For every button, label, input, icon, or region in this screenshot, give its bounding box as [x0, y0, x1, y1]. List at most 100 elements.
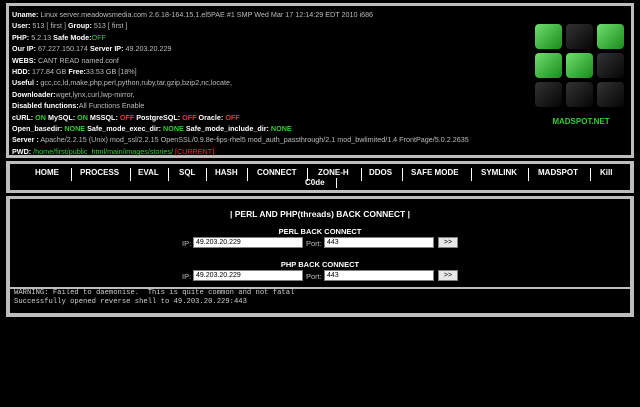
nav-ddos[interactable]: DDOS [369, 168, 392, 177]
perl-back-connect-title: PERL BACK CONNECT [278, 227, 362, 236]
nav-connect[interactable]: CONNECT [257, 168, 297, 177]
curl-value: ON [35, 112, 46, 122]
server-label: Server : [12, 135, 39, 145]
logo-tile [566, 24, 593, 49]
madspot-logo [535, 24, 627, 110]
user-label: User: [12, 21, 31, 31]
php-back-connect-title: PHP BACK CONNECT [280, 260, 360, 269]
mssql-value: OFF [119, 112, 135, 122]
safe-mode-exec-value: NONE [163, 124, 184, 134]
safe-mode-include-value: NONE [270, 124, 292, 134]
safe-mode-value: OFF [91, 32, 106, 42]
php-connect-button[interactable]: >> [438, 270, 458, 281]
disabled-value: All Functions Enable [78, 101, 145, 111]
nav-eval[interactable]: EVAL [138, 168, 159, 177]
uname-value: Linux server.meadowsmedia.com 2.6.18-164… [40, 10, 374, 19]
php-ip-input[interactable]: 49.203.20.229 [193, 270, 303, 281]
postgresql-label: PostgreSQL: [136, 112, 181, 122]
back-connect-title: | PERL AND PHP(threads) BACK CONNECT | [230, 209, 410, 219]
logo-tile [566, 53, 593, 78]
nav-zone-h[interactable]: ZONE-H [318, 168, 349, 177]
downloader-value: wget,lynx,curl,lwp-mirror, [55, 89, 135, 99]
free-value: 33.53 GB [18%] [85, 67, 137, 77]
pwd-path-link[interactable]: /home/first/public_html/main/images/stor… [33, 147, 173, 156]
nav-separator [361, 168, 362, 181]
nav-separator [168, 168, 169, 181]
output-line: WARNING: Failed to daemonise. This is qu… [14, 289, 295, 297]
nav-c0de[interactable]: C0de [305, 178, 325, 187]
logo-tile [597, 82, 624, 107]
server-ip-value: 49.203.20.229 [125, 44, 172, 54]
back-connect-panel: | PERL AND PHP(threads) BACK CONNECT | P… [6, 196, 634, 317]
server-info: Uname: Linux server.meadowsmedia.com 2.6… [12, 9, 469, 157]
perl-port-label: Port: [306, 239, 322, 248]
oracle-value: OFF [225, 112, 240, 122]
uname-label: Uname: [12, 10, 39, 19]
nav-home[interactable]: HOME [35, 168, 59, 177]
logo-tile [566, 82, 593, 107]
output-console: WARNING: Failed to daemonise. This is qu… [10, 289, 630, 313]
perl-port-input[interactable]: 443 [324, 237, 434, 248]
pwd-label: PWD: [12, 146, 32, 156]
hdd-label: HDD: [12, 67, 30, 77]
curl-label: cURL: [12, 112, 34, 122]
nav-separator [402, 168, 403, 181]
server-value: Apache/2.2.15 (Unix) mod_ssl/2.2.15 Open… [40, 135, 469, 145]
php-ip-label: IP: [182, 272, 192, 281]
logo-tile [535, 24, 562, 49]
nav-separator [336, 178, 337, 188]
server-info-panel: Uname: Linux server.meadowsmedia.com 2.6… [6, 3, 634, 158]
logo-tile [597, 24, 624, 49]
nav-separator [590, 168, 591, 181]
logo-tile [535, 53, 562, 78]
useful-label: Useful : [12, 78, 39, 88]
postgresql-value: OFF [182, 112, 197, 122]
php-port-label: Port: [306, 272, 322, 281]
nav-hash[interactable]: HASH [215, 168, 238, 177]
nav-kill[interactable]: Kill [600, 168, 612, 177]
our-ip-value: 67.227.150.174 [37, 44, 88, 54]
perl-ip-label: IP: [182, 239, 192, 248]
nav-safe-mode[interactable]: SAFE MODE [411, 168, 459, 177]
useful-value: gcc,cc,ld,make,php,perl,python,ruby,tar,… [40, 78, 232, 88]
nav-separator [247, 168, 248, 181]
nav-separator [528, 168, 529, 181]
php-label: PHP: [12, 32, 30, 42]
nav-bar: HOME PROCESS EVAL SQL HASH CONNECT ZONE-… [6, 161, 634, 193]
our-ip-label: Our IP: [12, 44, 36, 54]
nav-separator [206, 168, 207, 181]
hdd-value: 177.84 GB [31, 67, 67, 77]
logo-text: MADSPOT.NET [552, 117, 610, 126]
perl-ip-input[interactable]: 49.203.20.229 [193, 237, 303, 248]
webs-value: CANT READ named.conf [37, 55, 119, 65]
mssql-label: MSSQL: [89, 112, 118, 122]
php-value: 5.2.13 [31, 32, 52, 42]
downloader-label: Downloader: [12, 89, 56, 99]
group-value: 513 [ first ] [93, 21, 128, 31]
oracle-label: Oracle: [198, 112, 224, 122]
mysql-value: ON [77, 112, 88, 122]
group-label: Group: [67, 21, 92, 31]
logo-tile [597, 53, 624, 78]
nav-sql[interactable]: SQL [179, 168, 195, 177]
server-ip-label: Server IP: [89, 44, 124, 54]
open-basedir-value: NONE [64, 124, 86, 134]
nav-symlink[interactable]: SYMLINK [481, 168, 517, 177]
nav-process[interactable]: PROCESS [80, 168, 119, 177]
perl-connect-button[interactable]: >> [438, 237, 458, 248]
open-basedir-label: Open_basedir: [12, 124, 63, 134]
nav-separator [71, 168, 72, 181]
nav-madspot[interactable]: MADSPOT [538, 168, 578, 177]
disabled-label: Disabled functions: [12, 101, 79, 111]
safe-mode-include-label: Safe_mode_include_dir: [185, 124, 269, 134]
user-value: 513 [ first ] [32, 21, 66, 31]
free-label: Free: [68, 67, 86, 77]
nav-separator [471, 168, 472, 181]
pwd-current: [CURRENT] [174, 146, 215, 156]
mysql-label: MySQL: [47, 112, 76, 122]
safe-mode-label: Safe Mode: [53, 32, 92, 42]
php-port-input[interactable]: 443 [324, 270, 434, 281]
safe-mode-exec-label: Safe_mode_exec_dir: [87, 124, 162, 134]
logo-tile [535, 82, 562, 107]
webs-label: WEBS: [12, 55, 36, 65]
